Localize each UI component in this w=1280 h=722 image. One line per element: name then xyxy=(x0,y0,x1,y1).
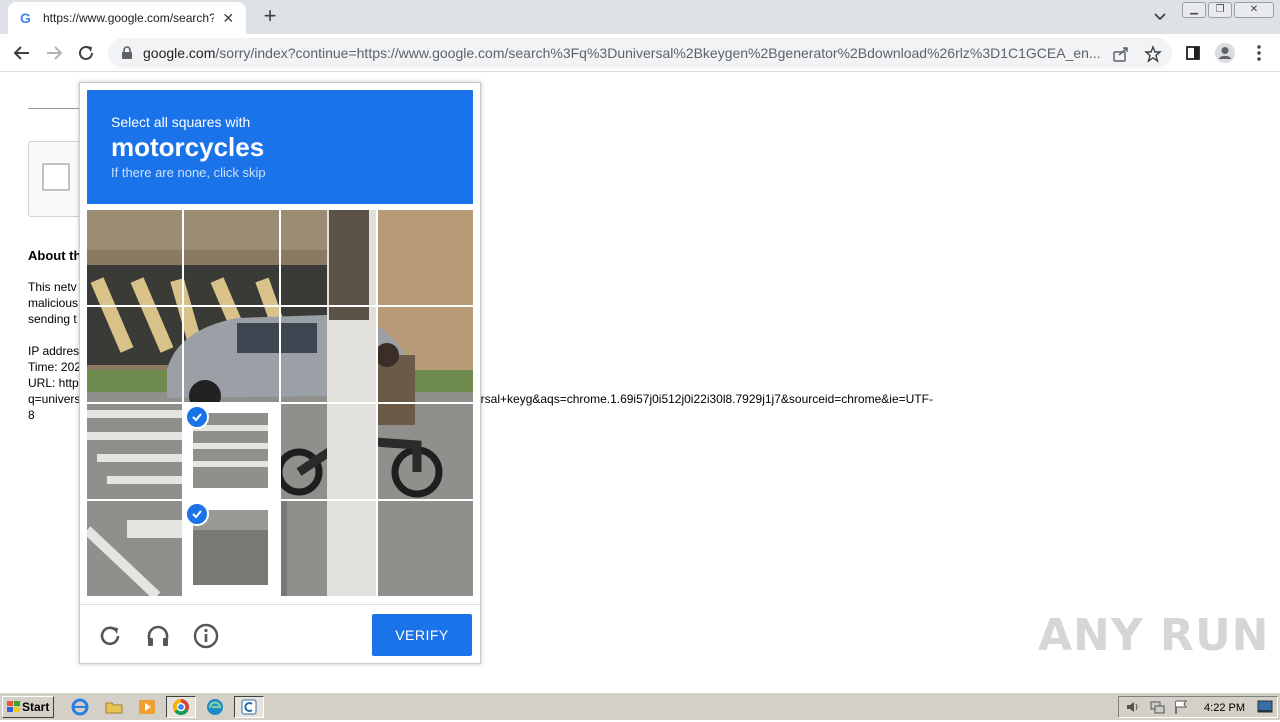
tab-close-icon[interactable]: ✕ xyxy=(220,10,236,27)
grid-tile-selected[interactable] xyxy=(183,500,280,596)
body-line: 8 xyxy=(28,408,35,422)
grid-tile[interactable] xyxy=(281,501,376,596)
forward-icon[interactable] xyxy=(42,41,66,65)
body-line: Time: 202 xyxy=(28,360,81,374)
image-grid xyxy=(87,210,473,596)
clock: 4:22 PM xyxy=(1204,702,1245,714)
grid-tile[interactable] xyxy=(87,404,182,499)
browser-tab[interactable]: G https://www.google.com/search?q= ✕ xyxy=(8,2,246,34)
challenge-footer: VERIFY xyxy=(80,604,480,664)
about-heading: About th xyxy=(28,248,82,263)
network-icon[interactable] xyxy=(1149,699,1165,720)
edge-icon[interactable] xyxy=(205,697,225,717)
media-player-icon[interactable] xyxy=(137,697,157,717)
chrome-taskbar-icon[interactable] xyxy=(166,696,196,718)
close-window-button[interactable]: ✕ xyxy=(1234,2,1274,18)
volume-icon[interactable] xyxy=(1125,699,1141,720)
checkmark-icon xyxy=(185,405,209,429)
bookmark-star-icon[interactable] xyxy=(1144,45,1162,63)
info-icon[interactable] xyxy=(193,623,219,649)
grid-tile[interactable] xyxy=(87,210,182,305)
show-desktop-icon[interactable] xyxy=(1257,700,1273,719)
app-taskbar-icon[interactable] xyxy=(234,696,264,718)
verify-button[interactable]: VERIFY xyxy=(372,614,472,656)
tab-title: https://www.google.com/search?q= xyxy=(43,11,215,25)
menu-kebab-icon[interactable] xyxy=(1248,42,1270,64)
side-panel-icon[interactable] xyxy=(1182,42,1204,64)
back-icon[interactable] xyxy=(10,41,34,65)
restore-button[interactable]: ❐ xyxy=(1208,2,1232,18)
url-tail-text: ersal+keyg&aqs=chrome.1.69i57j0i512j0i22… xyxy=(474,392,933,406)
url-path: /sorry/index?continue=https://www.google… xyxy=(215,45,1101,61)
checkmark-icon xyxy=(185,502,209,526)
grid-tile[interactable] xyxy=(378,210,473,305)
ie-icon[interactable] xyxy=(70,697,90,717)
profile-avatar-icon[interactable] xyxy=(1214,42,1236,64)
system-tray: 4:22 PM xyxy=(1118,696,1278,718)
new-tab-button[interactable]: + xyxy=(258,5,282,28)
grid-tile[interactable] xyxy=(281,307,376,402)
challenge-header: Select all squares with motorcycles If t… xyxy=(87,90,473,204)
start-label: Start xyxy=(22,700,50,714)
body-line: This netv xyxy=(28,280,77,294)
grid-tile[interactable] xyxy=(378,404,473,499)
grid-tile[interactable] xyxy=(184,210,279,305)
grid-tile[interactable] xyxy=(87,501,182,596)
body-line: URL: http xyxy=(28,376,79,390)
flag-icon[interactable] xyxy=(1173,699,1189,720)
address-bar[interactable]: google.com/sorry/index?continue=https://… xyxy=(108,38,1172,68)
body-line: malicious xyxy=(28,296,79,310)
reload-page-icon[interactable] xyxy=(74,41,98,65)
recaptcha-challenge: Select all squares with motorcycles If t… xyxy=(79,82,481,664)
body-line: IP addres xyxy=(28,344,80,358)
start-button[interactable]: Start xyxy=(2,696,54,718)
skip-hint-text: If there are none, click skip xyxy=(111,165,266,180)
minimize-button[interactable]: ▁ xyxy=(1182,2,1206,18)
grid-tile[interactable] xyxy=(281,404,376,499)
windows-logo-icon xyxy=(7,701,20,712)
grid-tile[interactable] xyxy=(184,307,279,402)
tab-search-icon[interactable] xyxy=(1150,8,1170,26)
body-line: sending t xyxy=(28,312,77,326)
anyrun-watermark-logo: ANY RUN xyxy=(1038,610,1270,661)
lock-icon[interactable] xyxy=(120,46,134,60)
recaptcha-checkbox[interactable] xyxy=(42,163,70,191)
url-host: google.com xyxy=(143,45,216,61)
folder-icon[interactable] xyxy=(104,697,124,717)
instruction-text: Select all squares with xyxy=(111,114,251,130)
grid-tile[interactable] xyxy=(378,307,473,402)
tab-strip: G https://www.google.com/search?q= ✕ + ▁… xyxy=(0,0,1280,34)
browser-toolbar: google.com/sorry/index?continue=https://… xyxy=(0,34,1280,72)
grid-tile[interactable] xyxy=(87,307,182,402)
url-text: google.com/sorry/index?continue=https://… xyxy=(143,45,1103,61)
svg-text:G: G xyxy=(20,10,31,26)
windows-taskbar: Start 4:22 PM xyxy=(0,692,1280,720)
reload-icon[interactable] xyxy=(97,623,123,649)
grid-tile-selected[interactable] xyxy=(183,403,280,500)
grid-tile[interactable] xyxy=(281,210,376,305)
grid-tile[interactable] xyxy=(378,501,473,596)
audio-icon[interactable] xyxy=(145,623,171,649)
target-object-text: motorcycles xyxy=(111,132,265,162)
body-line: q=univers xyxy=(28,392,81,406)
window-controls: ▁ ❐ ✕ xyxy=(1182,2,1274,18)
google-favicon-icon: G xyxy=(18,10,34,26)
share-icon[interactable] xyxy=(1112,45,1130,63)
